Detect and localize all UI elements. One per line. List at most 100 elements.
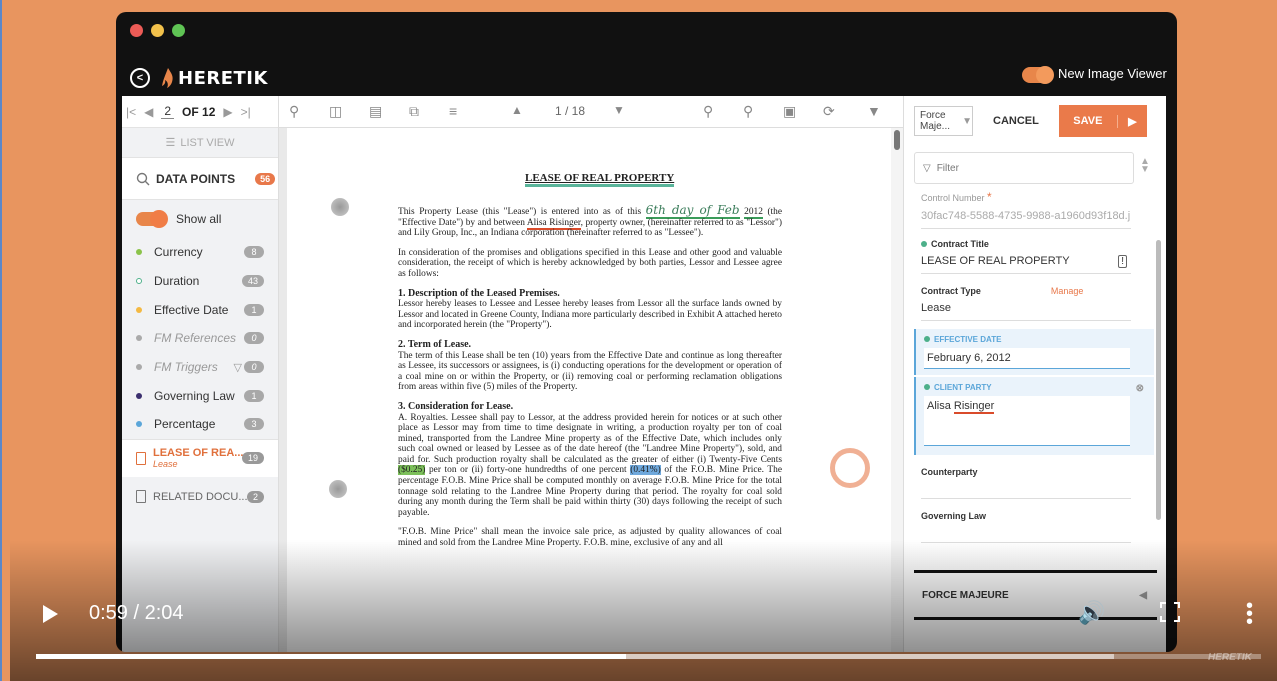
hole-punch-mark: [331, 198, 349, 216]
save-label: SAVE: [1073, 115, 1103, 127]
sort-icon[interactable]: ▲ ▼: [1140, 157, 1150, 175]
back-icon[interactable]: <: [130, 68, 150, 88]
field-label: CLIENT PARTY ⊗: [924, 383, 1154, 394]
category-duration[interactable]: Duration 43: [122, 267, 278, 296]
field-group-select[interactable]: Force Maje... ▼: [914, 106, 973, 136]
category-count: 0: [244, 332, 264, 345]
category-dot: [136, 421, 142, 428]
new-image-viewer-toggle[interactable]: [1022, 66, 1054, 84]
brand-name: HERETIK: [178, 67, 268, 89]
next-page-icon[interactable]: ▶: [223, 105, 232, 119]
page-number-input[interactable]: 2: [161, 104, 175, 119]
align-icon[interactable]: ≡: [449, 103, 457, 119]
category-governing-law[interactable]: Governing Law 1: [122, 381, 278, 410]
copy-icon[interactable]: ⧉: [409, 103, 419, 120]
video-progress-bar[interactable]: [36, 654, 1261, 659]
download-icon[interactable]: ▼: [867, 103, 881, 119]
maximize-window-button[interactable]: [172, 24, 185, 37]
click-indicator: [830, 448, 870, 488]
field-counterparty: Counterparty: [914, 467, 1154, 499]
data-points-header[interactable]: DATA POINTS 56: [122, 158, 278, 200]
field-value: Risinger: [953, 400, 995, 414]
category-effective-date[interactable]: Effective Date 1: [122, 295, 278, 324]
filter-input[interactable]: ▽ Filter: [914, 152, 1134, 184]
contract-title-field[interactable]: LEASE OF REAL PROPERTY !: [921, 255, 1131, 274]
more-options-icon[interactable]: • • •: [1246, 596, 1253, 632]
list-view-button[interactable]: ☰ LIST VIEW: [122, 128, 278, 158]
highlighted-currency[interactable]: ($0.25): [398, 465, 426, 476]
app-window: < HERETIK New Image Viewer |< ◀ 2 OF 12 …: [116, 12, 1177, 652]
category-count: 43: [241, 275, 264, 288]
app-header: < HERETIK New Image Viewer: [116, 60, 1177, 96]
show-all-toggle[interactable]: [136, 210, 168, 228]
category-count: 3: [244, 418, 264, 431]
fields-list: Control Number * 30fac748-5588-4735-9988…: [914, 190, 1154, 560]
volume-icon[interactable]: 🔊: [1078, 600, 1105, 626]
video-controls: 0:59 / 2:04 🔊 • • • HERETIK: [10, 590, 1277, 681]
category-label: Currency: [154, 245, 203, 260]
document-icon: [136, 451, 146, 465]
control-number-field[interactable]: 30fac748-5588-4735-9988-a1960d93f18d.j: [921, 210, 1131, 229]
category-label: Effective Date: [154, 302, 229, 317]
document-pager: |< ◀ 2 OF 12 ▶ >|: [122, 96, 278, 128]
fit-page-icon[interactable]: ▣: [783, 103, 796, 120]
signature-date: 6th day of Feb: [645, 203, 740, 219]
clear-icon[interactable]: ⊗: [1136, 383, 1144, 394]
category-fm-triggers[interactable]: FM Triggers ▽ 0: [122, 353, 278, 382]
section-heading: 2. Term of Lease.: [398, 338, 472, 350]
text-span: Lessor hereby leases to Lessee and Lesse…: [398, 299, 782, 331]
last-page-icon[interactable]: >|: [241, 105, 251, 119]
play-icon[interactable]: [43, 605, 58, 623]
first-page-icon[interactable]: |<: [126, 105, 136, 119]
manage-link[interactable]: Manage: [1051, 286, 1084, 296]
left-panel: |< ◀ 2 OF 12 ▶ >| ☰ LIST VIEW DATA POINT…: [122, 96, 279, 652]
info-icon[interactable]: !: [1118, 255, 1127, 268]
page-up-icon[interactable]: ▲: [511, 103, 523, 117]
client-party-field[interactable]: Alisa Risinger: [924, 396, 1130, 446]
new-image-viewer-label: New Image Viewer: [1058, 66, 1167, 81]
category-percentage[interactable]: Percentage 3: [122, 410, 278, 439]
brand-logo: HERETIK: [162, 68, 268, 89]
page-down-icon[interactable]: ▼: [613, 103, 625, 117]
zoom-out-icon[interactable]: ⚲: [703, 103, 713, 120]
counterparty-field[interactable]: [921, 483, 1131, 499]
page-indicator: 1 / 18: [555, 104, 586, 118]
save-button[interactable]: SAVE ▶: [1058, 105, 1147, 137]
category-fm-references[interactable]: FM References 0: [122, 324, 278, 353]
filter-icon[interactable]: ▽: [234, 361, 242, 374]
chevron-right-icon[interactable]: ▶: [1116, 114, 1147, 128]
document-subtitle: Lease: [153, 459, 178, 470]
category-dot: [136, 249, 142, 256]
fields-scrollbar[interactable]: [1156, 190, 1162, 540]
document-scrollbar[interactable]: [891, 128, 903, 652]
minimize-window-button[interactable]: [151, 24, 164, 37]
contract-type-field[interactable]: Lease: [921, 302, 1131, 321]
scroll-thumb[interactable]: [894, 130, 900, 150]
cancel-button[interactable]: CANCEL: [983, 115, 1049, 127]
field-contract-type: Contract Type Manage Lease: [914, 286, 1154, 321]
category-label: FM Triggers: [154, 360, 218, 375]
related-documents-count: 2: [246, 490, 264, 503]
list-icon: ☰: [165, 137, 176, 149]
fullscreen-icon[interactable]: [1160, 602, 1180, 622]
show-all-label: Show all: [176, 212, 222, 226]
close-window-button[interactable]: [130, 24, 143, 37]
scroll-thumb[interactable]: [1156, 240, 1161, 520]
field-label: Counterparty: [921, 467, 978, 477]
highlighted-percentage[interactable]: (0.41%): [630, 465, 661, 476]
zoom-in-icon[interactable]: ⚲: [743, 103, 753, 120]
prev-page-icon[interactable]: ◀: [144, 105, 153, 119]
document-item-lease[interactable]: LEASE OF REA... Lease 19: [122, 438, 278, 477]
search-icon[interactable]: ⚲: [289, 103, 299, 120]
effective-date-field[interactable]: February 6, 2012: [924, 348, 1130, 369]
field-control-number: Control Number * 30fac748-5588-4735-9988…: [914, 190, 1154, 229]
document-icon: [136, 490, 146, 504]
section-heading: 3. Consideration for Lease.: [398, 400, 514, 412]
page-icon[interactable]: ▤: [369, 103, 382, 120]
panel-icon[interactable]: ◫: [329, 103, 342, 120]
governing-law-field[interactable]: [921, 527, 1131, 543]
related-documents-item[interactable]: RELATED DOCU... 2: [122, 477, 278, 517]
field-contract-title: Contract Title LEASE OF REAL PROPERTY !: [914, 239, 1154, 274]
category-currency[interactable]: Currency 8: [122, 238, 278, 267]
rotate-icon[interactable]: ⟳: [823, 103, 835, 120]
